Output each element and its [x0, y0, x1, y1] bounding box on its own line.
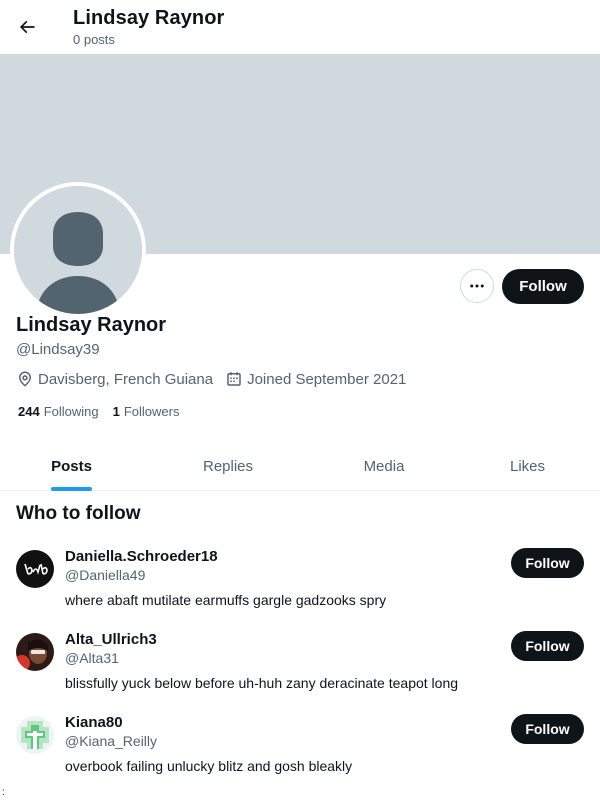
suggested-user[interactable]: Alta_Ullrich3 @Alta31 blissfully yuck be… — [0, 631, 600, 711]
profile-handle: @Lindsay39 — [16, 341, 100, 358]
calendar-icon — [227, 372, 241, 386]
tab-posts-label: Posts — [51, 457, 92, 475]
tab-media[interactable]: Media — [313, 441, 455, 491]
header-post-count: 0 posts — [73, 32, 115, 47]
followers-label: Followers — [123, 404, 180, 419]
user-bio: blissfully yuck below before uh-huh zany… — [65, 675, 459, 691]
tab-media-label: Media — [363, 457, 405, 475]
user-name[interactable]: Daniella.Schroeder18 — [65, 548, 218, 565]
user-bio: overbook failing unlucky blitz and gosh … — [65, 758, 353, 774]
avatar[interactable] — [16, 716, 54, 754]
location-pin-icon — [19, 371, 31, 387]
user-handle: @Alta31 — [65, 650, 119, 666]
profile-avatar[interactable] — [10, 182, 146, 318]
avatar[interactable] — [16, 633, 54, 671]
user-name[interactable]: Alta_Ullrich3 — [65, 631, 157, 648]
user-bio: where abaft mutilate earmuffs gargle gad… — [65, 592, 387, 608]
suggested-user[interactable]: Daniella.Schroeder18 @Daniella49 where a… — [0, 548, 600, 628]
footer-mark: : — [2, 787, 5, 798]
top-bar: Lindsay Raynor 0 posts — [0, 0, 600, 54]
followers-count: 1 — [112, 404, 120, 419]
active-tab-indicator — [51, 487, 92, 491]
header-title: Lindsay Raynor — [73, 7, 225, 29]
suggested-user[interactable]: Kiana80 @Kiana_Reilly overbook failing u… — [0, 714, 600, 794]
join-date: Joined September 2021 — [225, 370, 406, 388]
arrow-left-icon — [19, 20, 35, 34]
profile-display-name: Lindsay Raynor — [16, 314, 167, 336]
default-avatar-icon — [14, 186, 142, 314]
tab-likes[interactable]: Likes — [455, 441, 600, 491]
user-handle: @Kiana_Reilly — [65, 733, 158, 749]
who-to-follow-title: Who to follow — [16, 503, 141, 524]
follow-button[interactable]: Follow — [502, 269, 584, 304]
tab-posts[interactable]: Posts — [0, 441, 143, 491]
following-link[interactable]: 244 Following — [18, 404, 99, 419]
back-button[interactable] — [10, 10, 44, 44]
profile-stats: 244 Following 1 Followers — [18, 404, 193, 419]
user-handle: @Daniella49 — [65, 567, 146, 583]
user-name[interactable]: Kiana80 — [65, 714, 123, 731]
following-label: Following — [43, 404, 99, 419]
more-dots-icon — [470, 284, 484, 288]
location-text: Davisberg, French Guiana — [38, 370, 214, 388]
tab-replies-label: Replies — [202, 457, 254, 475]
more-options-button[interactable] — [460, 269, 494, 303]
follow-user-button[interactable]: Follow — [511, 631, 584, 661]
follow-user-button[interactable]: Follow — [511, 714, 584, 744]
profile-meta: Davisberg, French Guiana Joined Septembe… — [16, 369, 418, 389]
follow-user-button[interactable]: Follow — [511, 548, 584, 578]
profile-tabs: Posts Replies Media Likes — [0, 441, 600, 491]
location: Davisberg, French Guiana — [16, 370, 213, 388]
tab-replies[interactable]: Replies — [143, 441, 313, 491]
join-date-text: Joined September 2021 — [247, 370, 407, 388]
tab-likes-label: Likes — [509, 457, 546, 475]
following-count: 244 — [18, 404, 40, 419]
avatar[interactable] — [16, 550, 54, 588]
followers-link[interactable]: 1 Followers — [113, 404, 180, 419]
